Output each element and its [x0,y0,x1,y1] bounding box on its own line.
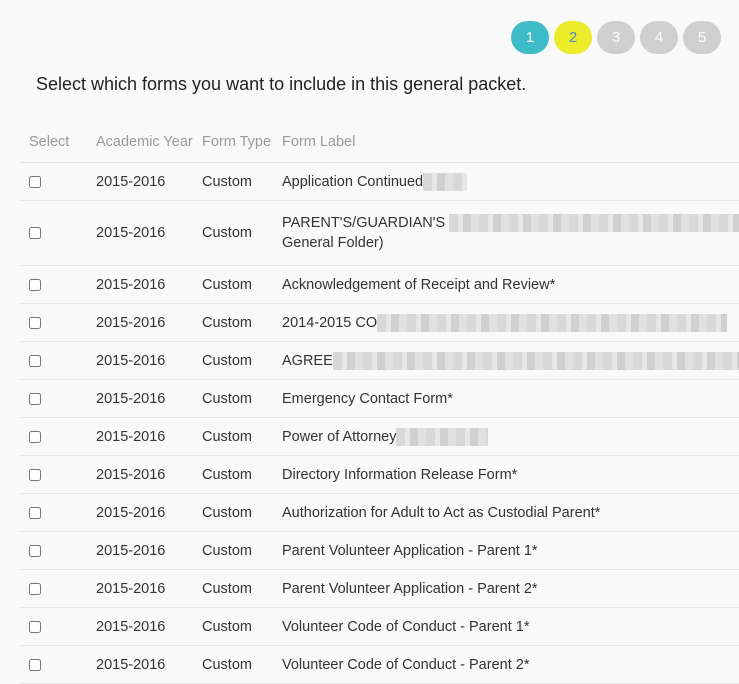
redacted-text [423,172,468,191]
row-form-label-line2: General Folder) [282,235,384,251]
row-academic-year: 2015-2016 [96,162,202,201]
redacted-text [332,351,739,370]
row-form-label: Volunteer Code of Conduct - Parent 2* [282,645,739,684]
row-select-checkbox[interactable] [29,392,41,405]
row-academic-year: 2015-2016 [96,607,202,646]
table-row: 2015-2016 Custom Emergency Contact Form* [20,379,739,418]
redacted-text [449,214,739,233]
row-form-label: Authorization for Adult to Act as Custod… [282,493,739,532]
redacted-text [377,313,728,332]
row-form-label-cell: Power of Attorney [282,417,739,456]
table-row: 2015-2016 Custom Acknowledgement of Rece… [20,265,739,304]
row-academic-year: 2015-2016 [96,645,202,684]
row-form-type: Custom [202,645,282,684]
table-row: 2015-2016 Custom Application Continued [20,162,739,201]
row-select-checkbox[interactable] [29,506,41,519]
packet-wizard-page: 1 2 3 4 5 Select which forms you want to… [0,0,739,684]
row-form-label-cell: 2014-2015 CO [282,303,739,342]
row-academic-year: 2015-2016 [96,569,202,608]
row-academic-year: 2015-2016 [96,531,202,570]
table-row: 2015-2016 Custom AGREE [20,341,739,380]
table-row: 2015-2016 Custom Volunteer Code of Condu… [20,607,739,646]
row-form-type: Custom [202,417,282,456]
row-form-type: Custom [202,303,282,342]
row-form-label: 2014-2015 CO [282,314,378,331]
row-select-checkbox[interactable] [29,430,41,443]
wizard-steps: 1 2 3 4 5 [511,21,721,54]
row-select-checkbox[interactable] [29,278,41,291]
header-academic-year: Academic Year [96,126,202,163]
row-select-checkbox[interactable] [29,175,41,188]
row-form-label-cell: PARENT'S/GUARDIAN'S General Folder) [282,200,739,266]
row-form-type: Custom [202,200,282,266]
row-form-type: Custom [202,341,282,380]
step-3-button[interactable]: 3 [597,21,635,54]
row-select-checkbox[interactable] [29,354,41,367]
row-form-label: AGREE [282,352,333,369]
row-form-label: PARENT'S/GUARDIAN'S [282,215,446,231]
row-academic-year: 2015-2016 [96,417,202,456]
row-select-checkbox[interactable] [29,620,41,633]
header-select: Select [20,126,96,163]
row-select-checkbox[interactable] [29,468,41,481]
row-form-type: Custom [202,569,282,608]
table-row: 2015-2016 Custom 2014-2015 CO [20,303,739,342]
row-academic-year: 2015-2016 [96,265,202,304]
step-4-button[interactable]: 4 [640,21,678,54]
table-row: 2015-2016 Custom Volunteer Code of Condu… [20,645,739,684]
row-form-label: Directory Information Release Form* [282,455,739,494]
row-form-type: Custom [202,379,282,418]
forms-table: Select Academic Year Form Type Form Labe… [20,126,739,684]
table-row: 2015-2016 Custom Parent Volunteer Applic… [20,569,739,608]
table-row: 2015-2016 Custom PARENT'S/GUARDIAN'S Gen… [20,200,739,266]
row-form-label-cell: Application Continued [282,162,739,201]
step-2-button[interactable]: 2 [554,21,592,54]
row-academic-year: 2015-2016 [96,455,202,494]
row-academic-year: 2015-2016 [96,341,202,380]
table-row: 2015-2016 Custom Authorization for Adult… [20,493,739,532]
row-form-label: Parent Volunteer Application - Parent 2* [282,569,739,608]
step-1-button[interactable]: 1 [511,21,549,54]
row-form-label: Parent Volunteer Application - Parent 1* [282,531,739,570]
row-form-type: Custom [202,493,282,532]
row-academic-year: 2015-2016 [96,493,202,532]
row-form-type: Custom [202,531,282,570]
row-form-label: Acknowledgement of Receipt and Review* [282,265,739,304]
row-select-checkbox[interactable] [29,658,41,671]
row-select-checkbox[interactable] [29,582,41,595]
row-academic-year: 2015-2016 [96,303,202,342]
row-form-label-cell: AGREE [282,341,739,380]
table-row: 2015-2016 Custom Power of Attorney [20,417,739,456]
header-form-label: Form Label [282,126,739,163]
row-select-checkbox[interactable] [29,316,41,329]
header-form-type: Form Type [202,126,282,163]
redacted-text [396,427,489,446]
row-form-type: Custom [202,162,282,201]
table-header-row: Select Academic Year Form Type Form Labe… [20,126,739,163]
row-form-label: Emergency Contact Form* [282,379,739,418]
row-form-label: Volunteer Code of Conduct - Parent 1* [282,607,739,646]
row-form-type: Custom [202,455,282,494]
row-select-checkbox[interactable] [29,544,41,557]
row-form-label: Application Continued [282,173,424,190]
instructions-text: Select which forms you want to include i… [36,74,527,94]
row-form-type: Custom [202,265,282,304]
table-row: 2015-2016 Custom Directory Information R… [20,455,739,494]
table-row: 2015-2016 Custom Parent Volunteer Applic… [20,531,739,570]
step-5-button[interactable]: 5 [683,21,721,54]
row-form-type: Custom [202,607,282,646]
row-academic-year: 2015-2016 [96,200,202,266]
row-academic-year: 2015-2016 [96,379,202,418]
row-select-checkbox[interactable] [29,227,41,240]
row-form-label: Power of Attorney [282,428,397,445]
